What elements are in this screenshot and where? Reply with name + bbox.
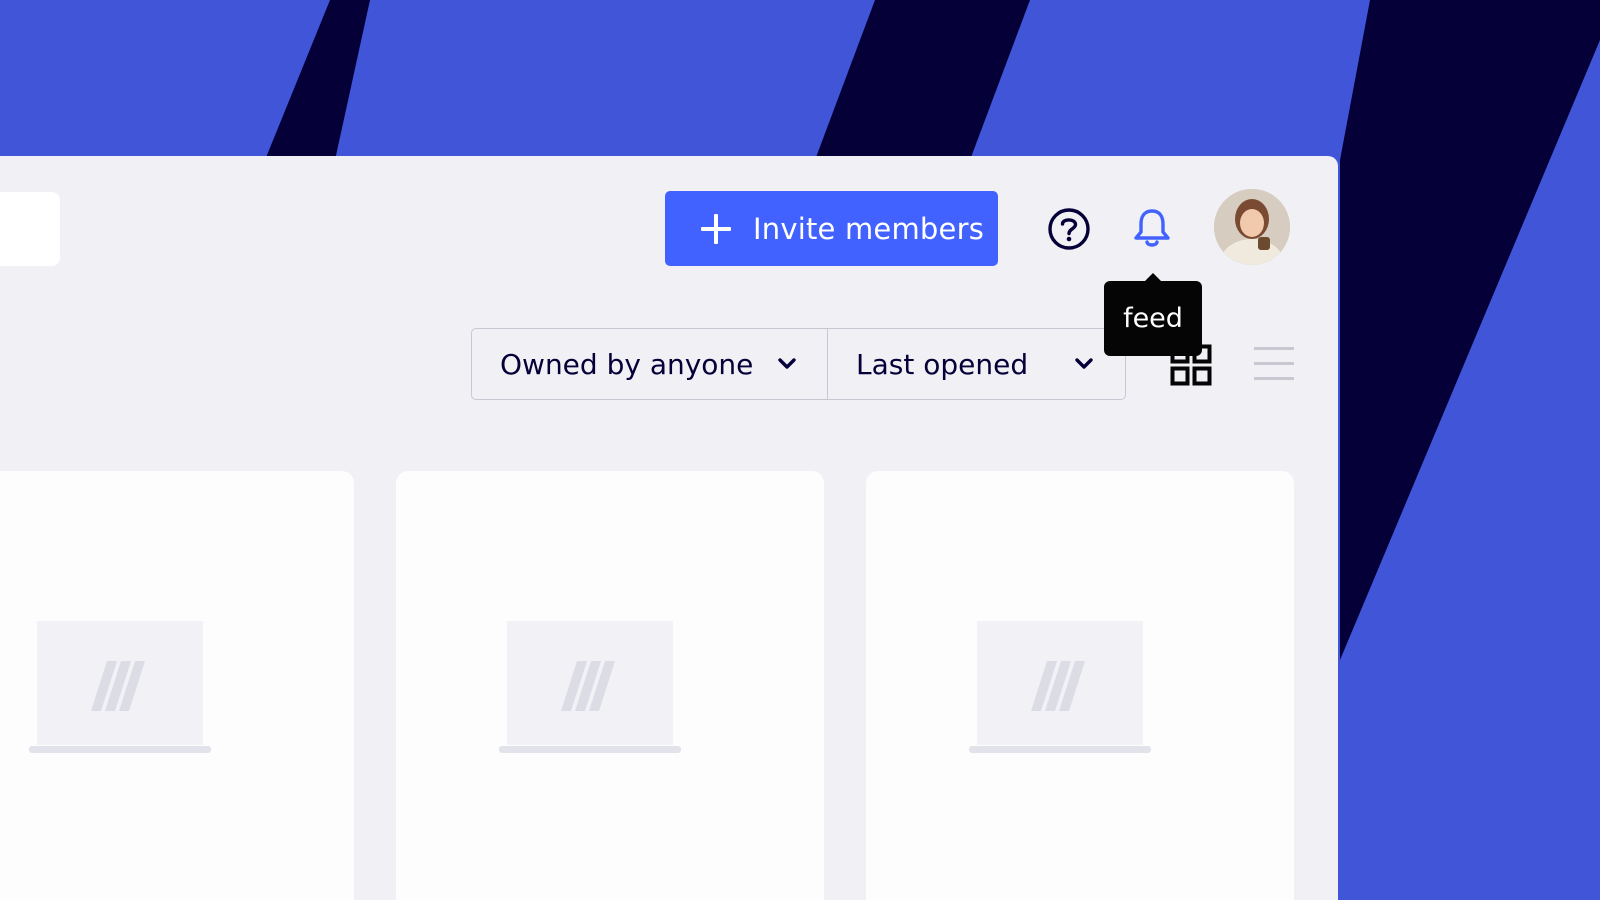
question-circle-icon[interactable] (1047, 207, 1091, 251)
dashboard-panel: Invite members Owned by anyone Last open… (0, 156, 1338, 900)
chevron-down-icon (1075, 358, 1093, 369)
sort-label: Last opened (856, 347, 1029, 381)
tooltip-text: feed (1123, 303, 1183, 334)
board-card[interactable] (0, 471, 354, 900)
plus-icon (701, 213, 731, 244)
owner-filter-dropdown[interactable]: Owned by anyone (472, 329, 828, 399)
owner-filter-label: Owned by anyone (500, 347, 754, 381)
notifications-tooltip: feed (1104, 273, 1202, 356)
board-thumbnail-placeholder (499, 621, 681, 753)
board-filters: Owned by anyone Last opened (471, 328, 1126, 400)
board-card[interactable] (396, 471, 824, 900)
user-avatar[interactable] (1214, 189, 1290, 265)
list-view-icon[interactable] (1254, 344, 1294, 384)
avatar-image (1214, 189, 1290, 265)
board-thumbnail-placeholder (29, 621, 211, 753)
board-thumbnail-placeholder (969, 621, 1151, 753)
sort-dropdown[interactable]: Last opened (828, 329, 1124, 399)
board-card[interactable] (866, 471, 1294, 900)
bell-icon[interactable] (1130, 206, 1174, 250)
invite-members-button[interactable]: Invite members (665, 191, 998, 266)
chevron-down-icon (778, 358, 796, 369)
invite-members-label: Invite members (753, 211, 985, 246)
search-field[interactable] (0, 192, 60, 266)
